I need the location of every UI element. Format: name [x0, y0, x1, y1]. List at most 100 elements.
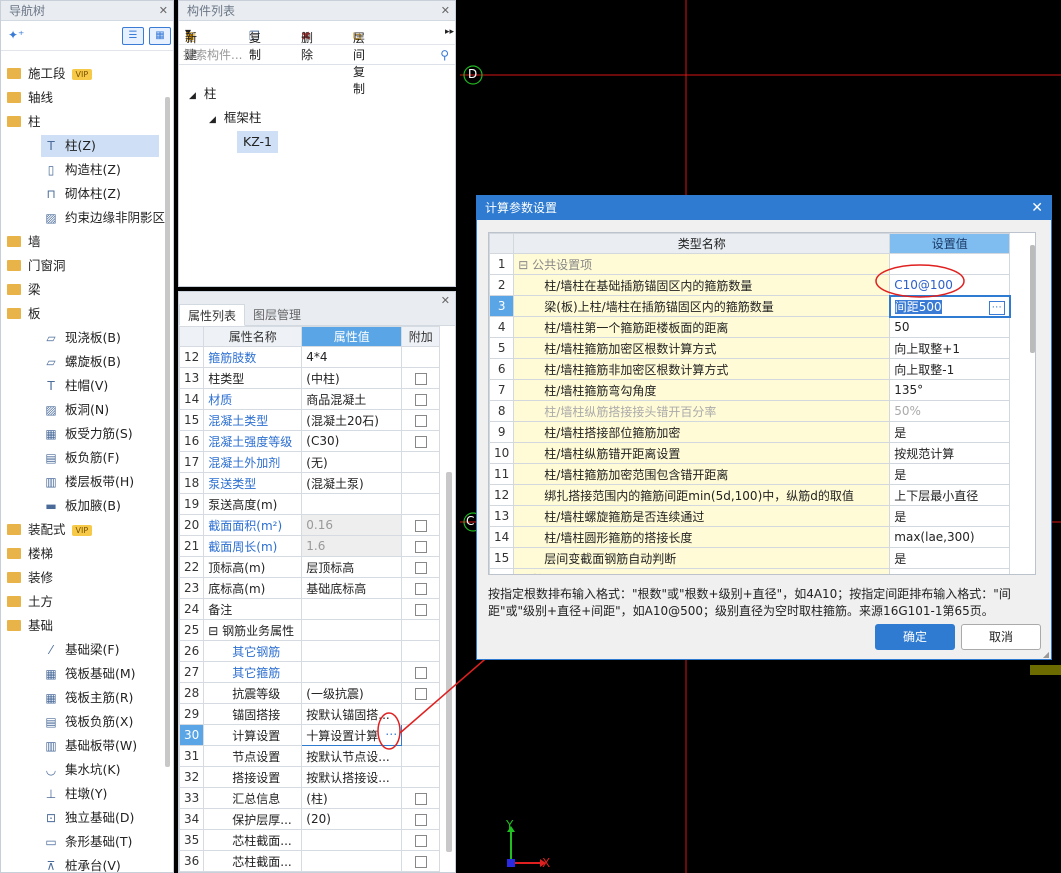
- prop-value[interactable]: 1.6: [301, 535, 403, 557]
- prop-value[interactable]: [301, 850, 403, 872]
- table-row[interactable]: 6 柱/墙柱箍筋非加密区根数计算方式 向上取整-1: [489, 358, 1011, 380]
- search-icon[interactable]: ⚲: [440, 45, 449, 65]
- nav-item[interactable]: ▥ 楼层板带(H): [41, 471, 159, 493]
- cancel-button[interactable]: 取消: [961, 624, 1041, 650]
- table-row[interactable]: 29 锚固搭接 按默认锚固搭...: [179, 703, 441, 725]
- table-row[interactable]: 33 汇总信息 (柱): [179, 787, 441, 809]
- nav-item[interactable]: 轴线: [7, 87, 157, 109]
- nav-item[interactable]: ⊓ 砌体柱(Z): [41, 183, 159, 205]
- setting-value[interactable]: 是: [889, 505, 1011, 527]
- nav-item[interactable]: T 柱(Z): [41, 135, 159, 157]
- table-row[interactable]: 14 材质 商品混凝土: [179, 388, 441, 410]
- table-row[interactable]: 32 搭接设置 按默认搭接设...: [179, 766, 441, 788]
- nav-item[interactable]: 装修: [7, 567, 157, 589]
- nav-item[interactable]: T 柱帽(V): [41, 375, 159, 397]
- prop-value[interactable]: [301, 598, 403, 620]
- prop-value[interactable]: [301, 640, 403, 662]
- more-icon[interactable]: ▸▸: [445, 27, 454, 37]
- nav-item[interactable]: ◡ 集水坑(K): [41, 759, 159, 781]
- collapse-icon[interactable]: ◢: [209, 115, 216, 125]
- sparkle-icon[interactable]: ✦⁺: [8, 28, 24, 42]
- table-row[interactable]: 9 柱/墙柱搭接部位箍筋加密 是: [489, 421, 1011, 443]
- prop-value[interactable]: 层顶标高: [301, 556, 403, 578]
- new-button[interactable]: ▣ 新建 ▾: [185, 25, 197, 62]
- table-row[interactable]: 13 柱/墙柱螺旋箍筋是否连续通过 是: [489, 505, 1011, 527]
- table-row[interactable]: 23 底标高(m) 基础底标高: [179, 577, 441, 599]
- nav-item[interactable]: 板: [7, 303, 157, 325]
- checkbox[interactable]: [414, 519, 427, 532]
- nav-item[interactable]: 施工段 VIP: [7, 63, 157, 85]
- tree-node-frame-column[interactable]: ◢ 框架柱: [209, 107, 261, 129]
- table-row[interactable]: 18 泵送类型 (混凝土泵): [179, 472, 441, 494]
- setting-value[interactable]: 是: [889, 421, 1011, 443]
- resize-grip-icon[interactable]: ◢: [1043, 650, 1049, 659]
- table-row[interactable]: 28 抗震等级 (一级抗震): [179, 682, 441, 704]
- ellipsis-button[interactable]: ⋯: [988, 300, 1005, 315]
- table-row[interactable]: 12 箍筋肢数 4*4: [179, 346, 441, 368]
- table-row[interactable]: 36 芯柱截面...: [179, 850, 441, 872]
- ok-button[interactable]: 确定: [875, 624, 955, 650]
- table-row[interactable]: 20 截面面积(m²) 0.16: [179, 514, 441, 536]
- tab-layers[interactable]: 图层管理: [245, 304, 309, 326]
- nav-item[interactable]: 基础: [7, 615, 157, 637]
- prop-value[interactable]: (中柱): [301, 367, 403, 389]
- prop-value[interactable]: [301, 619, 403, 641]
- prop-value[interactable]: 十算设置计算 ⋯: [301, 724, 403, 746]
- prop-value[interactable]: 基础底标高: [301, 577, 403, 599]
- prop-value[interactable]: [301, 829, 403, 851]
- prop-value[interactable]: 按默认节点设...: [301, 745, 403, 767]
- prop-value[interactable]: [301, 661, 403, 683]
- nav-item[interactable]: ▦ 板受力筋(S): [41, 423, 159, 445]
- table-row[interactable]: 21 截面周长(m) 1.6: [179, 535, 441, 557]
- prop-value[interactable]: [301, 493, 403, 515]
- checkbox[interactable]: [414, 414, 427, 427]
- nav-item[interactable]: ▦ 筏板主筋(R): [41, 687, 159, 709]
- prop-value[interactable]: (20): [301, 808, 403, 830]
- nav-item[interactable]: ▯ 构造柱(Z): [41, 159, 159, 181]
- table-row[interactable]: 8 柱/墙柱纵筋搭接接头错开百分率 50%: [489, 400, 1011, 422]
- table-row[interactable]: 5 柱/墙柱箍筋加密区根数计算方式 向上取整+1: [489, 337, 1011, 359]
- dialog-scrollbar[interactable]: [1030, 245, 1035, 353]
- setting-value[interactable]: 上下层最小直径: [889, 484, 1011, 506]
- table-row[interactable]: 24 备注: [179, 598, 441, 620]
- setting-value[interactable]: 135°: [889, 379, 1011, 401]
- table-row[interactable]: 7 柱/墙柱箍筋弯勾角度 135°: [489, 379, 1011, 401]
- nav-item[interactable]: ⊡ 独立基础(D): [41, 807, 159, 829]
- checkbox[interactable]: [414, 561, 427, 574]
- table-row[interactable]: 14 柱/墙柱圆形箍筋的搭接长度 max(lae,300): [489, 526, 1011, 548]
- prop-value[interactable]: 0.16: [301, 514, 403, 536]
- table-row[interactable]: 11 柱/墙柱箍筋加密范围包含错开距离 是: [489, 463, 1011, 485]
- nav-item[interactable]: 柱: [7, 111, 157, 133]
- checkbox[interactable]: [414, 603, 427, 616]
- close-icon[interactable]: ✕: [159, 1, 168, 21]
- collapse-icon[interactable]: ⊟: [208, 624, 222, 638]
- close-icon[interactable]: ✕: [441, 1, 450, 21]
- nav-item[interactable]: 装配式 VIP: [7, 519, 157, 541]
- nav-item[interactable]: ▤ 板负筋(F): [41, 447, 159, 469]
- list-view-icon[interactable]: ☰: [122, 27, 144, 45]
- nav-item[interactable]: ⊼ 桩承台(V): [41, 855, 159, 872]
- setting-value[interactable]: 50: [889, 316, 1011, 338]
- nav-item[interactable]: 门窗洞: [7, 255, 157, 277]
- nav-item[interactable]: 梁: [7, 279, 157, 301]
- nav-item[interactable]: ▦ 筏板基础(M): [41, 663, 159, 685]
- prop-value[interactable]: (无): [301, 451, 403, 473]
- nav-item[interactable]: ▬ 板加腋(B): [41, 495, 159, 517]
- table-row[interactable]: 30 计算设置 十算设置计算 ⋯: [179, 724, 441, 746]
- tree-node-column[interactable]: ◢ 柱: [189, 83, 216, 105]
- nav-item[interactable]: ▨ 板洞(N): [41, 399, 159, 421]
- setting-value[interactable]: 按规范计算: [889, 442, 1011, 464]
- table-row[interactable]: 26 其它钢筋: [179, 640, 441, 662]
- properties-scrollbar[interactable]: [446, 472, 452, 852]
- setting-value[interactable]: 是: [889, 463, 1011, 485]
- collapse-icon[interactable]: ◢: [189, 91, 196, 101]
- nav-item[interactable]: ⊥ 柱墩(Y): [41, 783, 159, 805]
- nav-item[interactable]: ▤ 筏板负筋(X): [41, 711, 159, 733]
- table-row[interactable]: 25 ⊟ 钢筋业务属性: [179, 619, 441, 641]
- nav-item[interactable]: ⁄ 基础梁(F): [41, 639, 159, 661]
- nav-item[interactable]: 楼梯: [7, 543, 157, 565]
- checkbox[interactable]: [414, 666, 427, 679]
- prop-value[interactable]: 按默认锚固搭...: [301, 703, 403, 725]
- nav-item[interactable]: ▭ 条形基础(T): [41, 831, 159, 853]
- table-row[interactable]: 31 节点设置 按默认节点设...: [179, 745, 441, 767]
